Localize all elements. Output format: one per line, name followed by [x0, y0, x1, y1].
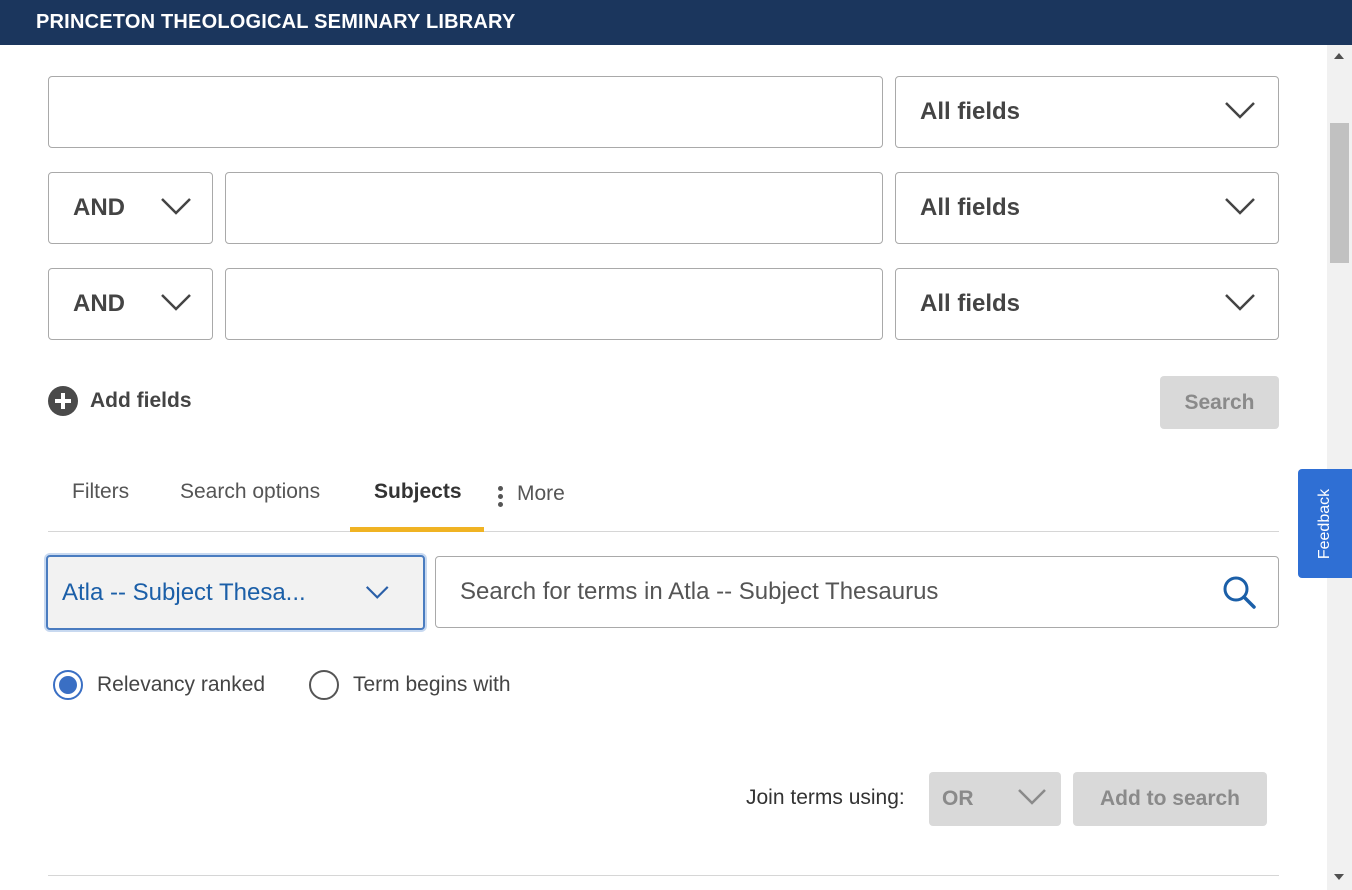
- tab-more[interactable]: More: [517, 482, 565, 506]
- radio-relevancy-ranked[interactable]: Relevancy ranked: [53, 670, 265, 700]
- feedback-button[interactable]: Feedback: [1298, 469, 1352, 578]
- subject-term-input[interactable]: Search for terms in Atla -- Subject Thes…: [435, 556, 1279, 628]
- add-to-search-button[interactable]: Add to search: [1073, 772, 1267, 826]
- section-divider: [48, 875, 1279, 876]
- scroll-down-arrow-icon[interactable]: [1334, 874, 1344, 880]
- search-term-input-3[interactable]: [225, 268, 883, 340]
- vocabulary-select-value: Atla -- Subject Thesa...: [62, 578, 306, 606]
- join-operator-select[interactable]: OR: [929, 772, 1061, 826]
- add-fields-button[interactable]: Add fields: [48, 386, 192, 416]
- field-select-2-value: All fields: [920, 194, 1021, 221]
- field-select-1[interactable]: All fields: [895, 76, 1279, 148]
- scrollbar-thumb[interactable]: [1330, 123, 1349, 263]
- radio-unchecked-icon: [309, 670, 339, 700]
- radio-relevancy-label: Relevancy ranked: [97, 673, 266, 696]
- library-title: PRINCETON THEOLOGICAL SEMINARY LIBRARY: [36, 11, 516, 33]
- radio-term-begins-label: Term begins with: [353, 673, 511, 696]
- chevron-down-icon: [1018, 789, 1046, 805]
- scroll-up-arrow-icon[interactable]: [1334, 53, 1344, 59]
- operator-select-3-value: AND: [73, 290, 125, 317]
- vocabulary-select[interactable]: Atla -- Subject Thesa...: [46, 555, 425, 630]
- chevron-down-icon: [161, 294, 191, 311]
- search-term-input-1[interactable]: [48, 76, 883, 148]
- plus-circle-icon: [48, 386, 78, 416]
- library-header: PRINCETON THEOLOGICAL SEMINARY LIBRARY: [0, 0, 1352, 45]
- field-select-2[interactable]: All fields: [895, 172, 1279, 244]
- search-tabs: Filters Search options Subjects More: [48, 456, 1279, 532]
- search-term-input-2[interactable]: [225, 172, 883, 244]
- join-terms-label: Join terms using:: [746, 786, 905, 809]
- search-icon[interactable]: [1222, 575, 1256, 609]
- join-operator-value: OR: [942, 787, 974, 810]
- radio-term-begins-with[interactable]: Term begins with: [309, 670, 511, 700]
- chevron-down-icon: [1225, 102, 1255, 119]
- active-tab-indicator: [350, 527, 484, 532]
- tab-subjects[interactable]: Subjects: [374, 480, 462, 504]
- chevron-down-icon: [161, 198, 191, 215]
- subject-term-placeholder: Search for terms in Atla -- Subject Thes…: [460, 578, 939, 605]
- chevron-down-icon: [365, 585, 389, 599]
- feedback-label: Feedback: [1316, 488, 1334, 559]
- search-button[interactable]: Search: [1160, 376, 1279, 429]
- more-dots-icon: [498, 486, 504, 508]
- field-select-3[interactable]: All fields: [895, 268, 1279, 340]
- field-select-1-value: All fields: [920, 98, 1021, 125]
- field-select-3-value: All fields: [920, 290, 1021, 317]
- add-fields-label: Add fields: [90, 389, 192, 412]
- operator-select-2-value: AND: [73, 194, 125, 221]
- tab-filters[interactable]: Filters: [72, 480, 129, 504]
- radio-checked-icon: [53, 670, 83, 700]
- operator-select-3[interactable]: AND: [48, 268, 213, 340]
- chevron-down-icon: [1225, 294, 1255, 311]
- operator-select-2[interactable]: AND: [48, 172, 213, 244]
- tab-search-options[interactable]: Search options: [180, 480, 320, 504]
- chevron-down-icon: [1225, 198, 1255, 215]
